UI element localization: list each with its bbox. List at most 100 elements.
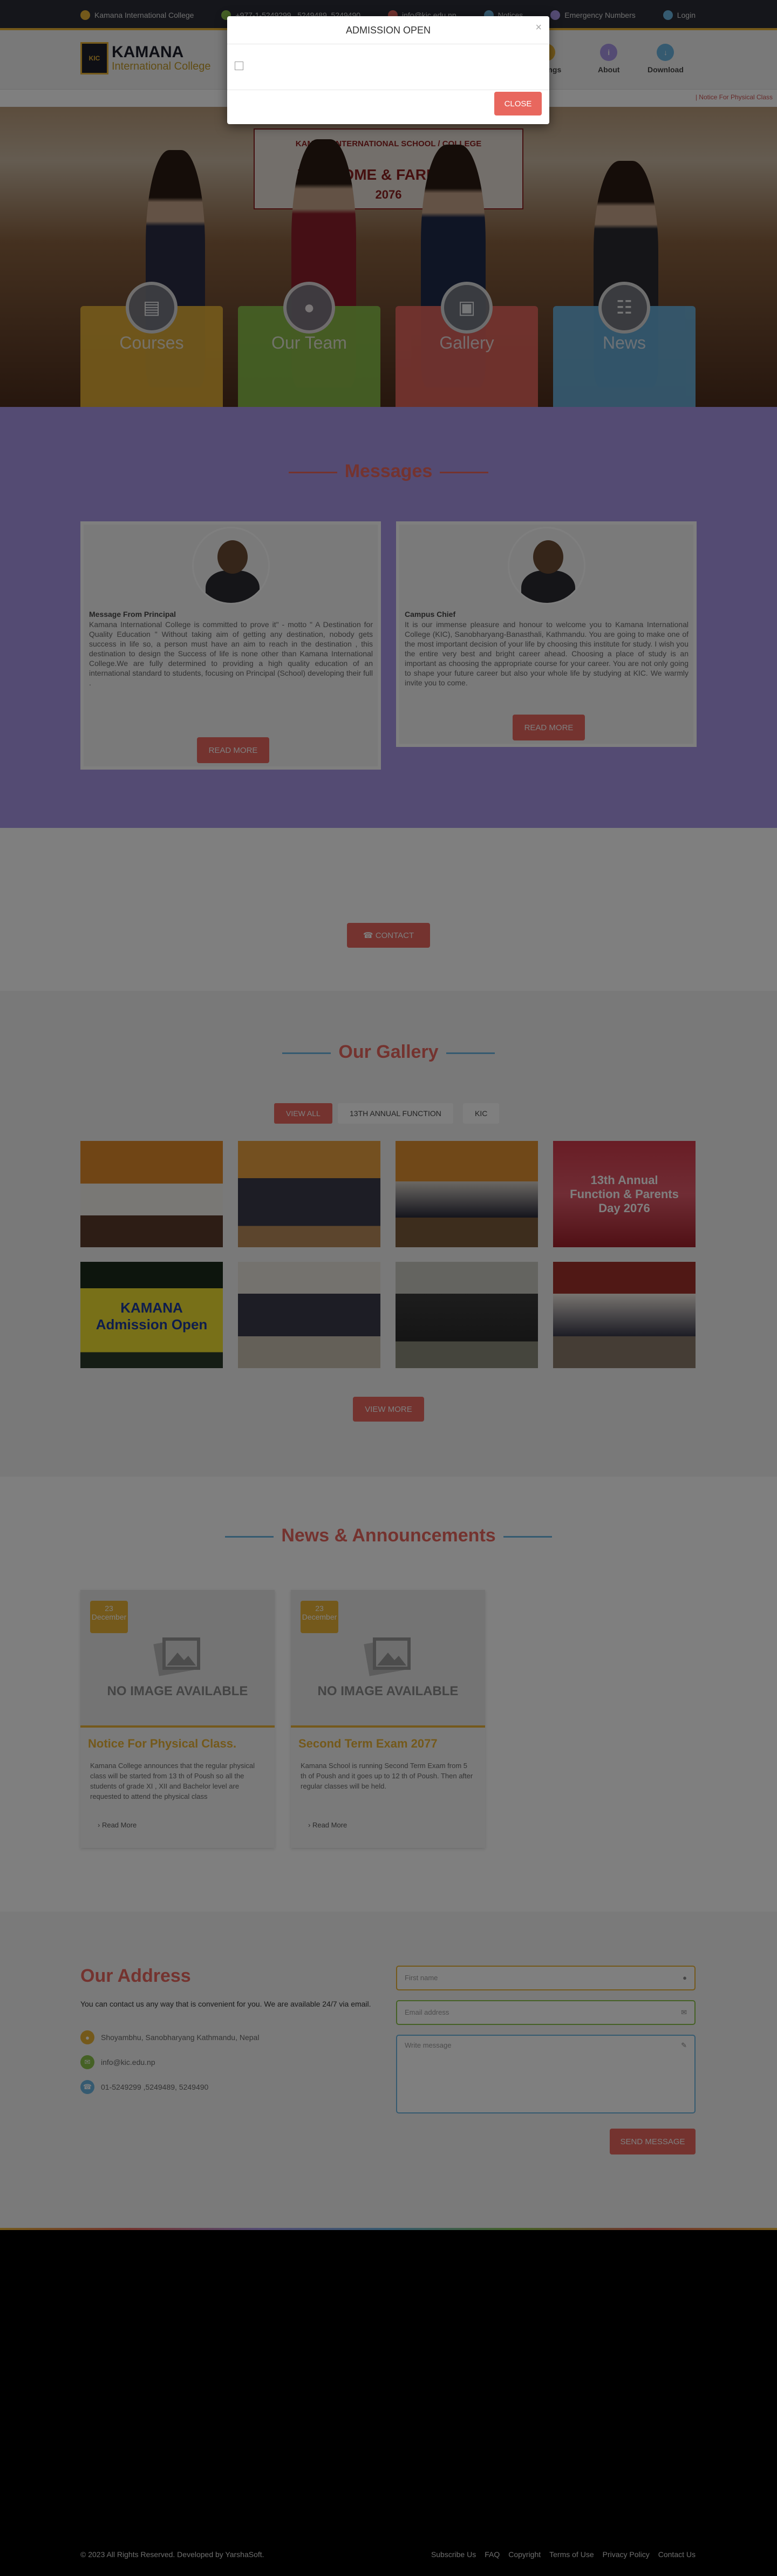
logo-badge: KIC <box>80 42 108 74</box>
news-date-badge: 23 December <box>90 1601 128 1633</box>
address-phone: ☎ 01-5249299 ,5249489, 5249490 <box>80 2080 208 2094</box>
gallery-image-caption: 13th Annual Function & Parents Day 2076 <box>570 1173 679 1215</box>
phone-icon: ☎ <box>80 2080 94 2094</box>
messages-section: Message From Principal Kamana Internatio… <box>0 486 777 828</box>
topbar-item[interactable]: Login <box>663 10 696 20</box>
close-button[interactable]: CLOSE <box>494 92 542 115</box>
news-title: News & Announcements <box>0 1525 777 1546</box>
message-card-principal: Message From Principal Kamana Internatio… <box>80 521 381 770</box>
quick-link-label: Courses <box>119 333 184 352</box>
quick-link-team[interactable]: ● Our Team <box>238 282 380 407</box>
school-icon <box>80 10 90 20</box>
news-excerpt: Kamana School is running Second Term Exa… <box>301 1762 473 1790</box>
nav-item-about[interactable]: i About <box>598 44 619 74</box>
book-icon: ▤ <box>126 282 178 334</box>
quick-link-news[interactable]: ☷ News <box>553 282 696 407</box>
quick-link-label: Our Team <box>271 333 347 352</box>
notice-ticker[interactable]: | Notice For Physical Class <box>691 92 777 103</box>
message-title: Message From Principal <box>89 610 176 618</box>
footer-link[interactable]: FAQ <box>485 2550 500 2559</box>
send-message-button[interactable]: SEND MESSAGE <box>610 2129 696 2154</box>
image-placeholder-icon <box>153 1637 200 1676</box>
quick-link-courses[interactable]: ▤ Courses <box>80 282 223 407</box>
footer-area <box>0 2230 777 2576</box>
tab-view-all[interactable]: VIEW ALL <box>274 1103 332 1124</box>
user-icon: ● <box>683 1974 687 1982</box>
footer-link[interactable]: Privacy Policy <box>603 2550 650 2559</box>
contact-button[interactable]: ☎ CONTACT <box>347 923 430 948</box>
info-icon: i <box>600 44 618 61</box>
gallery-image[interactable] <box>396 1141 538 1247</box>
footer-links: Subscribe Us FAQ Copyright Terms of Use Priv… <box>431 2550 696 2559</box>
nav-label: Download <box>648 65 684 74</box>
newspaper-icon: ☷ <box>598 282 650 334</box>
topbar-item-label: Kamana International College <box>94 11 194 19</box>
gallery-image[interactable] <box>238 1262 380 1368</box>
title-divider <box>446 1052 495 1054</box>
image-icon: ▣ <box>441 282 493 334</box>
news-section: News & Announcements NO IMAGE AVAILABLE … <box>0 1477 777 1912</box>
news-headline[interactable]: Second Term Exam 2077 <box>298 1737 438 1751</box>
close-icon[interactable]: × <box>535 22 542 34</box>
messages-header: Messages <box>0 407 777 486</box>
view-more-button[interactable]: VIEW MORE <box>353 1397 424 1422</box>
broken-image-icon <box>235 62 243 70</box>
address-email[interactable]: ✉ info@kic.edu.np <box>80 2055 155 2069</box>
no-image-text: NO IMAGE AVAILABLE <box>107 1684 248 1698</box>
banner-text-welcome: WELCOME & FAREWELL <box>298 166 479 183</box>
news-headline[interactable]: Notice For Physical Class. <box>88 1737 236 1751</box>
tab-13th-annual-function[interactable]: 13TH ANNUAL FUNCTION <box>338 1103 453 1124</box>
first-name-field[interactable]: First name ● <box>396 1966 696 1990</box>
topbar-item[interactable]: Kamana International College <box>80 10 194 20</box>
nav-item-download[interactable]: ↓ Download <box>648 44 684 74</box>
mail-icon: ✉ <box>80 2055 94 2069</box>
download-icon: ↓ <box>657 44 674 61</box>
news-card[interactable]: NO IMAGE AVAILABLE 23 December Second Ter… <box>291 1590 485 1848</box>
no-image-text: NO IMAGE AVAILABLE <box>317 1684 459 1698</box>
address-location: ● Shoyambhu, Sanobharyang Kathmandu, Nepa… <box>80 2030 259 2044</box>
title-divider <box>288 471 337 473</box>
read-more-link[interactable]: › Read More <box>98 1821 137 1829</box>
gallery-title: Our Gallery <box>0 1042 777 1063</box>
message-textarea[interactable]: Write message ✎ <box>396 2035 696 2113</box>
message-text: It is our immense pleasure and honour to… <box>405 620 689 687</box>
title-divider <box>225 1535 274 1538</box>
title-divider <box>503 1535 552 1538</box>
tab-kic[interactable]: KIC <box>463 1103 500 1124</box>
message-title: Campus Chief <box>405 610 456 618</box>
copyright-text: © 2023 All Rights Reserved. Developed by… <box>80 2550 264 2559</box>
gallery-image-caption: KAMANA Admission Open <box>96 1300 208 1333</box>
read-more-button[interactable]: READ MORE <box>197 737 269 763</box>
gallery-image[interactable]: KAMANA Admission Open <box>80 1262 223 1368</box>
footer-link[interactable]: Subscribe Us <box>431 2550 476 2559</box>
quick-link-gallery[interactable]: ▣ Gallery <box>396 282 538 407</box>
gallery-image[interactable] <box>396 1262 538 1368</box>
email-field[interactable]: Email address ✉ <box>396 2000 696 2025</box>
contact-band: ☎ CONTACT <box>0 828 777 991</box>
title-divider <box>440 471 489 473</box>
location-pin-icon: ● <box>80 2030 94 2044</box>
footer-link[interactable]: Contact Us <box>658 2550 696 2559</box>
comment-icon: ✎ <box>681 2041 687 2049</box>
topbar-item[interactable]: Emergency Numbers <box>550 10 636 20</box>
gallery-image[interactable] <box>553 1262 696 1368</box>
read-more-link[interactable]: › Read More <box>308 1821 347 1829</box>
user-icon <box>663 10 673 20</box>
alert-icon <box>550 10 561 20</box>
news-card[interactable]: NO IMAGE AVAILABLE 23 December Notice For… <box>80 1590 275 1848</box>
footer-link[interactable]: Copyright <box>508 2550 541 2559</box>
logo-subtitle: International College <box>112 60 211 72</box>
footer-link[interactable]: Terms of Use <box>549 2550 594 2559</box>
modal-title: ADMISSION OPEN <box>227 16 549 44</box>
nav-label: About <box>598 65 620 74</box>
read-more-button[interactable]: READ MORE <box>513 715 585 740</box>
gallery-image[interactable] <box>80 1141 223 1247</box>
site-logo[interactable]: KIC KAMANA International College <box>80 42 210 74</box>
avatar <box>507 527 585 604</box>
gallery-image[interactable] <box>238 1141 380 1247</box>
avatar <box>192 527 270 604</box>
footer: © 2023 All Rights Reserved. Developed by… <box>80 2550 696 2559</box>
topbar-item-label: Login <box>677 11 696 19</box>
address-title: Our Address <box>80 1966 191 1986</box>
gallery-image[interactable]: 13th Annual Function & Parents Day 2076 <box>553 1141 696 1247</box>
